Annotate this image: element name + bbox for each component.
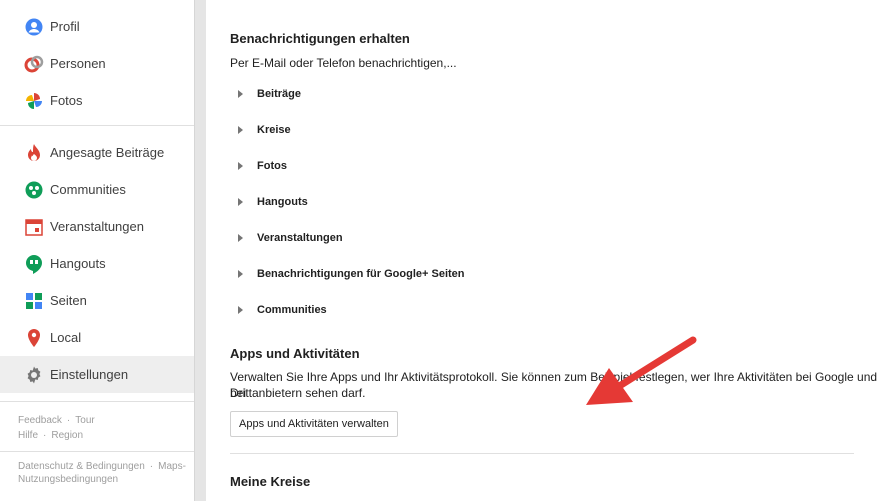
tour-link[interactable]: Tour [75, 415, 94, 426]
expand-row-label: Fotos [257, 160, 287, 172]
expand-row-google-seiten[interactable]: Benachrichtigungen für Google+ Seiten [238, 264, 465, 284]
location-pin-icon [24, 328, 44, 348]
apps-title: Apps und Aktivitäten [230, 346, 360, 361]
caret-right-icon [238, 270, 243, 278]
hangouts-icon [24, 254, 44, 274]
sidebar-item-label: Seiten [50, 293, 87, 308]
expand-row-label: Veranstaltungen [257, 232, 343, 244]
gear-icon [24, 365, 44, 385]
sidebar-item-personen[interactable]: Personen [0, 45, 194, 82]
apps-desc-line-2: Drittanbietern sehen darf. [230, 386, 366, 400]
caret-right-icon [238, 90, 243, 98]
sidebar-separator [0, 401, 194, 402]
expand-row-label: Kreise [257, 124, 291, 136]
sidebar-item-hangouts[interactable]: Hangouts [0, 245, 194, 282]
expand-row-label: Hangouts [257, 196, 308, 208]
sidebar-item-communities[interactable]: Communities [0, 171, 194, 208]
sidebar-item-label: Fotos [50, 93, 83, 108]
caret-right-icon [238, 306, 243, 314]
photos-icon [24, 91, 44, 111]
caret-right-icon [238, 234, 243, 242]
red-arrow-annotation [586, 336, 697, 405]
people-icon [24, 54, 44, 74]
calendar-icon [24, 217, 44, 237]
sidebar-item-veranstaltungen[interactable]: Veranstaltungen [0, 208, 194, 245]
sidebar-item-local[interactable]: Local [0, 319, 194, 356]
feedback-link[interactable]: Feedback [18, 415, 62, 426]
caret-right-icon [238, 126, 243, 134]
expand-row-kreise[interactable]: Kreise [238, 120, 291, 140]
footer-links-row-1: Feedback · Tour [18, 415, 95, 426]
footer-links-row-2: Hilfe · Region [18, 430, 84, 441]
sidebar-item-einstellungen[interactable]: Einstellungen [0, 356, 194, 393]
sidebar-item-label: Local [50, 330, 82, 345]
profile-icon [24, 17, 44, 37]
caret-right-icon [238, 198, 243, 206]
circles-title: Meine Kreise [230, 474, 311, 489]
notifications-desc: Per E-Mail oder Telefon benachrichtigen,… [230, 56, 457, 70]
expand-row-hangouts[interactable]: Hangouts [238, 192, 308, 212]
sidebar-item-label: Communities [50, 182, 126, 197]
flame-icon [24, 143, 44, 163]
sidebar: Profil Personen Fotos Angesagte Beiträge… [0, 0, 195, 501]
sidebar-item-profil[interactable]: Profil [0, 8, 194, 45]
footer-links-row-4: Nutzungsbedingungen [18, 472, 118, 487]
expand-row-fotos[interactable]: Fotos [238, 156, 287, 176]
expand-row-communities[interactable]: Communities [238, 300, 327, 320]
expand-row-beitraege[interactable]: Beiträge [238, 84, 301, 104]
manage-apps-button[interactable]: Apps und Aktivitäten verwalten [230, 411, 398, 437]
expand-row-label: Communities [257, 304, 327, 316]
sidebar-item-label: Personen [50, 56, 106, 71]
sidebar-item-label: Hangouts [50, 256, 106, 271]
sidebar-item-label: Angesagte Beiträge [50, 145, 165, 160]
help-link[interactable]: Hilfe [18, 430, 38, 441]
sidebar-item-angesagte-beitraege[interactable]: Angesagte Beiträge [0, 134, 194, 171]
sidebar-item-label: Veranstaltungen [50, 219, 144, 234]
maps-link[interactable]: Maps- [158, 461, 186, 472]
sidebar-item-seiten[interactable]: Seiten [0, 282, 194, 319]
expand-row-label: Benachrichtigungen für Google+ Seiten [257, 268, 465, 280]
notifications-title: Benachrichtigungen erhalten [230, 31, 410, 46]
settings-content: Benachrichtigungen erhalten Per E-Mail o… [206, 0, 880, 501]
sidebar-item-label: Profil [50, 19, 80, 34]
expand-row-veranstaltungen[interactable]: Veranstaltungen [238, 228, 343, 248]
caret-right-icon [238, 162, 243, 170]
region-link[interactable]: Region [51, 430, 83, 441]
sidebar-separator [0, 125, 194, 126]
maps-terms-link[interactable]: Nutzungsbedingungen [18, 474, 118, 485]
sidebar-item-fotos[interactable]: Fotos [0, 82, 194, 119]
communities-icon [24, 180, 44, 200]
section-divider [230, 453, 854, 454]
sidebar-item-label: Einstellungen [50, 367, 129, 382]
privacy-link[interactable]: Datenschutz & Bedingungen [18, 461, 145, 472]
expand-row-label: Beiträge [257, 88, 302, 100]
sidebar-separator [0, 451, 194, 452]
pages-icon [24, 291, 44, 311]
